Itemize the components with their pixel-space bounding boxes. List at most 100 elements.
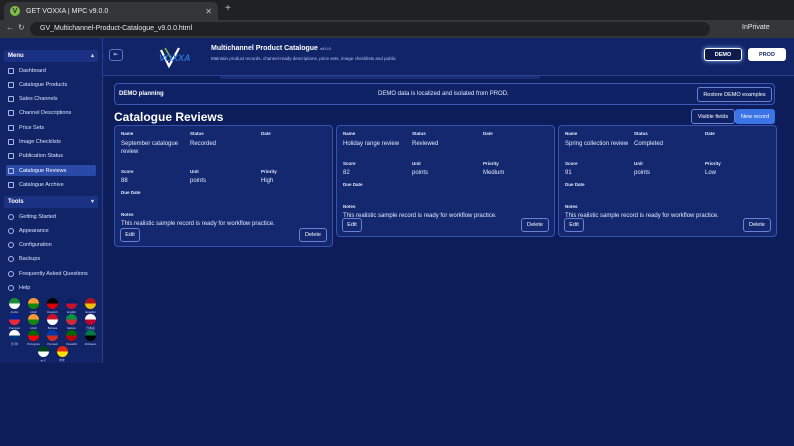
browser-tab-bar: V GET VOXXA | MPC v9.0.0 ✕ + [0, 0, 794, 20]
app-subtitle: Maintain product records, channel-ready … [211, 56, 396, 61]
sidebar-item[interactable]: Catalogue Products [6, 79, 96, 90]
status-value: Recorded [190, 141, 217, 147]
address-bar: ← ↻ GV_Multichannel-Product-Catalogue_v9… [0, 20, 794, 38]
language-flag-icon[interactable] [47, 298, 58, 309]
restore-demo-button[interactable]: Restore DEMO examples [697, 87, 772, 102]
language-flag-icon[interactable] [28, 314, 39, 325]
visible-fields-button[interactable]: Visible fields [691, 109, 735, 124]
score-label: Score [121, 169, 134, 174]
delete-button[interactable]: Delete [299, 228, 327, 242]
sidebar-item[interactable]: Catalogue Reviews [6, 165, 96, 177]
menu-section-header[interactable]: Menu ▴ [4, 50, 98, 62]
language-label: اردو [40, 358, 46, 362]
language-flag-icon[interactable] [85, 298, 96, 309]
due-date-label: Due Date [121, 190, 141, 195]
record-card: Name Spring collection review Status Comple… [558, 125, 777, 237]
language-flag-icon[interactable] [9, 314, 20, 325]
delete-button[interactable]: Delete [521, 218, 549, 232]
inprivate-label[interactable]: InPrivate [742, 24, 770, 31]
sidebar-item[interactable]: Backups [6, 254, 96, 265]
prod-mode-button[interactable]: PROD [748, 48, 786, 61]
unit-label: Unit [190, 169, 199, 174]
unit-value: points [634, 170, 651, 176]
unit-value: points [190, 178, 207, 184]
new-tab-button[interactable]: + [225, 3, 231, 14]
date-label: Date [261, 131, 271, 136]
name-value: Spring collection review [565, 141, 629, 147]
tools-section-header[interactable]: Tools ▾ [4, 196, 98, 208]
edit-button[interactable]: Edit [564, 218, 584, 232]
app-title: Multichannel Product Catalogue v9.0.0 [211, 45, 331, 52]
name-value: Holiday range review [343, 141, 400, 147]
language-flag-icon[interactable] [28, 298, 39, 309]
language-flag-icon[interactable] [47, 314, 58, 325]
notes-value: This realistic sample record is ready fo… [121, 221, 275, 227]
language-flag-icon[interactable] [56, 346, 68, 357]
date-label: Date [483, 131, 493, 136]
banner-title: DEMO planning [119, 91, 164, 97]
tools-section-label: Tools [8, 199, 24, 205]
chevron-up-icon: ▴ [90, 53, 94, 59]
priority-label: Priority [483, 161, 499, 166]
app-header: ⇤ VOXXA Multichannel Product Catalogue v9… [103, 38, 794, 76]
menu-section-label: Menu [8, 53, 24, 59]
close-icon[interactable]: ✕ [205, 7, 212, 16]
palette-icon [8, 227, 14, 234]
language-flag-icon[interactable] [28, 330, 39, 341]
language-label: Português [27, 342, 40, 346]
sidebar-item[interactable]: Frequently Asked Questions [6, 268, 96, 279]
sidebar-item-label: Help [19, 285, 31, 291]
back-icon[interactable]: ← [6, 23, 14, 32]
sidebar-item[interactable]: Price Sets [6, 122, 96, 133]
reload-icon[interactable]: ↻ [18, 23, 25, 32]
unit-value: points [412, 170, 429, 176]
sidebar-toggle-button[interactable]: ⇤ [109, 49, 123, 61]
language-flag-icon[interactable] [85, 330, 96, 341]
sidebar-item-label: Catalogue Products [19, 81, 68, 88]
edit-button[interactable]: Edit [342, 218, 362, 232]
delete-button[interactable]: Delete [743, 218, 771, 232]
browser-tab[interactable]: V GET VOXXA | MPC v9.0.0 ✕ [4, 2, 218, 20]
score-label: Score [565, 161, 578, 166]
sidebar-item[interactable]: Catalogue Archive [6, 179, 96, 190]
sidebar-item-label: Configuration [19, 242, 52, 249]
language-flag-icon[interactable] [66, 298, 77, 309]
reviews-icon [8, 167, 14, 174]
unit-label: Unit [634, 161, 643, 166]
sidebar-item[interactable]: Appearance [6, 225, 96, 236]
name-value: September catalogue review [121, 141, 179, 155]
demo-mode-button[interactable]: DEMO [704, 48, 742, 61]
record-card: Name September catalogue review Status Reco… [114, 125, 333, 247]
language-flag-icon[interactable] [85, 314, 96, 325]
url-field[interactable]: GV_Multichannel-Product-Catalogue_v9.0.0… [30, 22, 710, 36]
language-flag-icon[interactable] [37, 346, 49, 357]
sidebar-item[interactable]: Publication Status [6, 151, 96, 162]
sidebar-item-label: Frequently Asked Questions [19, 270, 88, 277]
language-flag-icon[interactable] [66, 314, 77, 325]
sidebar-item[interactable]: Channel Descriptions [6, 108, 96, 119]
status-label: Status [634, 131, 648, 136]
sidebar-item[interactable]: Help [6, 283, 96, 294]
language-flag-icon[interactable] [66, 330, 77, 341]
language-flag-icon[interactable] [9, 298, 20, 309]
sidebar-item[interactable]: Getting Started [6, 211, 96, 222]
status-icon [8, 153, 14, 160]
new-record-button[interactable]: New record [735, 109, 775, 124]
language-flag-icon[interactable] [47, 330, 58, 341]
page-title: Catalogue Reviews [114, 110, 224, 124]
main-content: DEMO planning DEMO data is localized and… [103, 79, 794, 363]
sidebar-item[interactable]: Configuration [6, 240, 96, 251]
tab-title: GET VOXXA | MPC v9.0.0 [26, 7, 109, 15]
priority-value: Low [705, 170, 717, 176]
language-flag-icon[interactable] [9, 330, 20, 341]
app-version: v9.0.0 [319, 46, 331, 51]
image-icon [8, 139, 14, 145]
priority-value: Medium [483, 170, 505, 176]
sidebar-item-label: Getting Started [19, 213, 56, 220]
status-label: Status [412, 131, 426, 136]
edit-button[interactable]: Edit [120, 228, 140, 242]
sidebar-item[interactable]: Image Checklists [6, 137, 96, 148]
sidebar-item-label: Image Checklists [19, 139, 61, 145]
sidebar-item[interactable]: Sales Channels [6, 94, 96, 105]
sidebar-item[interactable]: Dashboard [6, 65, 96, 76]
